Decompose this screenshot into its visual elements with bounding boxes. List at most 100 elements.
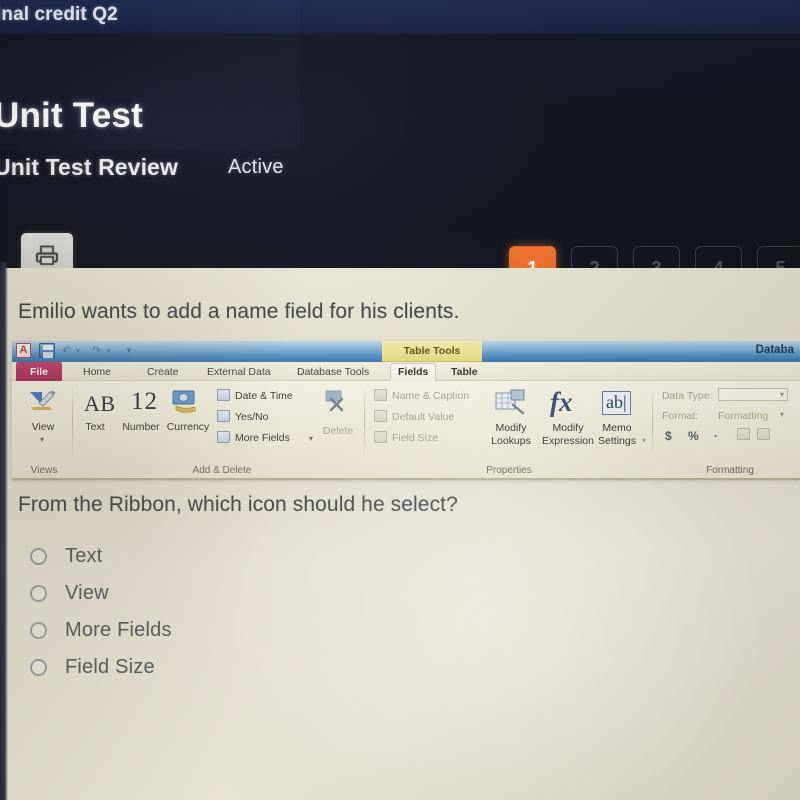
date-time-icon[interactable] (217, 389, 230, 401)
page-title: Unit Test (0, 96, 143, 135)
field-size-icon (374, 431, 387, 443)
radio-button-field-size[interactable] (30, 659, 47, 676)
field-size-label: Field Size (392, 432, 439, 444)
group-views: Views (30, 465, 58, 476)
format-label: Format: (662, 410, 699, 422)
more-fields-dropdown-icon[interactable]: ▾ (309, 434, 313, 443)
choice-field-size[interactable]: Field Size (30, 649, 172, 686)
choice-label-more-fields: More Fields (65, 619, 172, 641)
question-prompt: From the Ribbon, which icon should he se… (18, 493, 458, 516)
yes-no-label: Yes/No (235, 411, 269, 423)
modify-lookups-label-2: Lookups (491, 435, 531, 447)
save-icon[interactable] (39, 343, 55, 358)
choice-text[interactable]: Text (30, 538, 172, 575)
modify-expression-icon[interactable]: fx (550, 387, 573, 418)
choice-label-field-size: Field Size (65, 656, 155, 678)
view-dropdown-icon[interactable]: ▾ (40, 435, 44, 444)
view-icon[interactable] (28, 389, 58, 415)
photographed-screen: inal credit Q2 Unit Test Unit Test Revie… (0, 0, 800, 800)
data-type-label: Data Type: (662, 390, 713, 402)
decrease-decimal-icon[interactable] (757, 428, 770, 440)
pager-item-3[interactable]: 3 (633, 246, 680, 268)
number-label: Number (122, 421, 160, 433)
default-value-label: Default Value (392, 411, 455, 423)
name-caption-label: Name & Caption (392, 390, 470, 402)
pager-item-4[interactable]: 4 (695, 246, 742, 268)
page-edge (0, 262, 8, 800)
group-properties: Properties (486, 465, 532, 476)
memo-settings-label-2: Settings (598, 435, 636, 447)
test-subtitle: Unit Test Review (0, 154, 178, 180)
format-dropdown-icon[interactable]: ▾ (780, 410, 784, 419)
choice-more-fields[interactable]: More Fields (30, 612, 172, 649)
date-time-label: Date & Time (235, 390, 293, 402)
memo-settings-dropdown-icon[interactable]: ▾ (642, 436, 646, 445)
radio-button-text[interactable] (30, 548, 47, 565)
more-fields-icon[interactable] (217, 431, 230, 443)
table-tools-banner: Table Tools (382, 341, 482, 362)
choice-label-text: Text (65, 545, 103, 567)
tab-fields[interactable]: Fields (390, 363, 437, 381)
group-add-delete: Add & Delete (192, 465, 252, 476)
question-pager[interactable]: 1 2 3 4 5 (509, 246, 800, 268)
tab-file[interactable]: File (16, 362, 62, 381)
breadcrumb: inal credit Q2 (0, 4, 118, 25)
default-value-icon (374, 410, 387, 422)
ribbon-tab-strip: File Home Create External Data Database … (12, 362, 800, 381)
undo-icon[interactable]: ↶ (62, 344, 71, 357)
group-divider (364, 385, 365, 459)
modify-lookups-icon[interactable] (495, 389, 527, 421)
pager-item-5[interactable]: 5 (757, 246, 800, 268)
access-app-icon: A (16, 343, 31, 358)
tab-table[interactable]: Table (444, 363, 485, 381)
printer-icon (34, 244, 60, 268)
currency-icon[interactable] (171, 389, 201, 420)
undo-dropdown-icon[interactable]: ▾ (76, 347, 80, 355)
format-value: Formatting (718, 410, 769, 422)
qat-more-icon[interactable]: ▼ (125, 346, 133, 355)
view-label: View (31, 421, 55, 433)
window-title: Databa (755, 344, 794, 356)
data-type-dropdown-icon[interactable]: ▾ (780, 390, 784, 399)
choice-label-view: View (65, 582, 109, 604)
test-header: Unit Test Unit Test Review Active 1 2 3 … (0, 34, 800, 268)
memo-settings-label-1: Memo (602, 422, 632, 434)
more-fields-label: More Fields (235, 432, 290, 444)
currency-label: Currency (166, 421, 210, 433)
increase-decimal-icon[interactable] (737, 428, 750, 440)
tab-external-data[interactable]: External Data (200, 363, 278, 381)
redo-dropdown-icon[interactable]: ▾ (107, 347, 111, 355)
delete-icon (322, 389, 350, 420)
yes-no-icon[interactable] (217, 410, 230, 422)
radio-button-more-fields[interactable] (30, 622, 47, 639)
status-badge: Active (228, 156, 284, 178)
access-ribbon-image: A ↶ ▾ ↷ ▾ ▼ Databa Table Tools File Home… (12, 341, 800, 480)
radio-button-view[interactable] (30, 585, 47, 602)
browser-top-strip: inal credit Q2 (0, 0, 800, 36)
tab-create[interactable]: Create (140, 363, 186, 381)
memo-settings-icon[interactable]: ab| (602, 391, 631, 415)
question-stem: Emilio wants to add a name field for his… (18, 300, 460, 323)
data-type-select[interactable] (718, 388, 788, 401)
percent-format-button[interactable]: % (688, 429, 699, 443)
name-caption-icon (374, 389, 387, 401)
group-formatting: Formatting (706, 465, 754, 476)
currency-format-button[interactable]: $ (665, 429, 672, 443)
modify-lookups-label-1: Modify (495, 422, 527, 434)
text-icon[interactable]: AB (84, 391, 116, 417)
choice-view[interactable]: View (30, 575, 172, 612)
text-label: Text (85, 421, 105, 433)
delete-label: Delete (322, 425, 354, 437)
group-divider (652, 385, 653, 459)
number-icon[interactable]: 12 (131, 388, 158, 416)
tab-home[interactable]: Home (76, 363, 118, 381)
print-button[interactable] (21, 233, 73, 268)
pager-item-1[interactable]: 1 (509, 246, 556, 268)
table-tools-label: Table Tools (403, 345, 461, 357)
pager-item-2[interactable]: 2 (571, 246, 618, 268)
comma-format-button[interactable]: · (714, 429, 718, 443)
tab-database-tools[interactable]: Database Tools (290, 363, 376, 381)
answer-choices[interactable]: Text View More Fields Field Size (30, 538, 172, 686)
redo-icon[interactable]: ↷ (92, 344, 101, 357)
ribbon-body: View ▾ Views AB Text 12 Number Currency … (12, 381, 800, 480)
